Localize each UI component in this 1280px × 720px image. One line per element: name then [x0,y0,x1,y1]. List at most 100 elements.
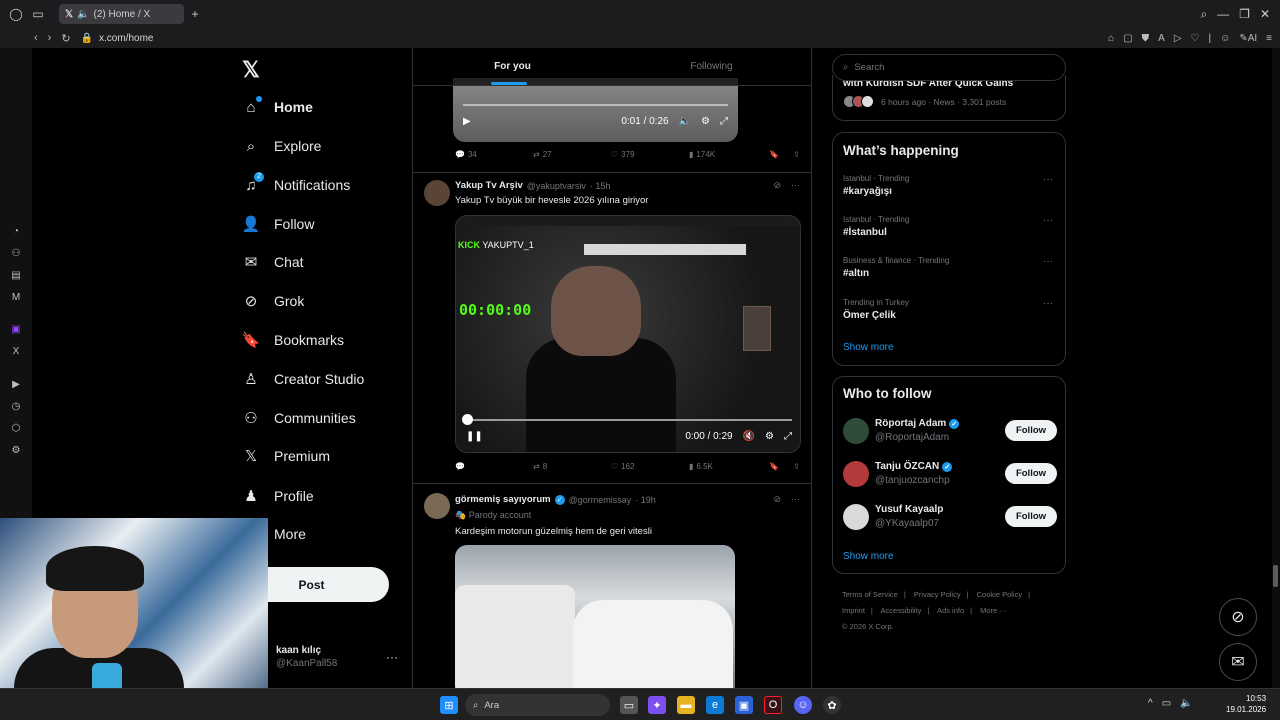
history-icon[interactable]: ◷ [9,400,23,414]
nav-profile[interactable]: ♟ Profile [242,483,313,509]
nav-grok[interactable]: ⊘ Grok [242,288,305,314]
footer-link[interactable]: Cookie Policy [977,590,1022,599]
close-icon[interactable]: ✕ [1260,7,1270,22]
url-text[interactable]: x.com/home [99,33,153,44]
share-icon[interactable]: ⇪ [793,462,800,471]
follow-suggestion[interactable]: Yusuf Kayaalp @YKayaalp07 Follow [843,504,1057,534]
bookmark-icon[interactable]: 🔖 [769,462,779,471]
bookmark-page-icon[interactable]: ⌂ [1108,33,1114,44]
tweet-author-name[interactable]: Yakup Tv Arşiv [455,180,523,191]
audio-icon[interactable]: 🔈 [77,9,89,20]
video-settings-icon[interactable]: ⚙ [765,431,774,442]
store-icon[interactable]: ▣ [735,696,753,714]
nav-creator-studio[interactable]: ♙ Creator Studio [242,366,364,392]
reload-icon[interactable]: ↻ [61,32,70,45]
taskbar-search[interactable]: ⌕ Ara [465,694,610,716]
more-icon[interactable]: ··· [1043,174,1053,185]
tweet-author-name[interactable]: görmemiş sayıyorum [455,494,551,505]
nav-explore[interactable]: ⌕ Explore [242,133,322,159]
adblock-icon[interactable]: ⛊ [1142,33,1150,44]
discord-icon[interactable]: ☺ [794,696,812,714]
nav-communities[interactable]: ⚇ Communities [242,405,355,431]
show-more-link[interactable]: Show more [843,551,894,562]
grok-float-button[interactable]: ⊘ [1219,598,1257,636]
speed-dial-icon[interactable]: ◔ [9,225,23,239]
volume-icon[interactable]: 🔈 [679,116,691,127]
tab-following[interactable]: Following [612,48,811,85]
task-view-icon[interactable]: ▭ [620,696,638,714]
ai-button[interactable]: ✎AI [1239,33,1257,44]
views-button[interactable]: ▮ 174K [689,150,767,159]
fullscreen-icon[interactable]: ⤢ [720,116,728,127]
nav-notifications[interactable]: ♫ 2 Notifications [242,172,350,198]
x-logo-icon[interactable]: 𝕏 [242,57,260,83]
tweet-author-handle[interactable]: @gormemissay [569,495,632,505]
footer-link[interactable]: Accessibility [881,606,922,615]
video-progress-bar[interactable] [466,419,792,421]
tweet-time[interactable]: · 15h [590,181,611,191]
nav-follow[interactable]: 👤 Follow [242,211,315,237]
twitch-icon[interactable]: ▣ [9,323,23,337]
back-icon[interactable]: ‹ [34,32,38,45]
footer-link[interactable]: Imprint [842,606,865,615]
bookmark-icon[interactable]: 🔖 [769,150,779,159]
repost-button[interactable]: ⇄ 27 [533,150,611,159]
chevron-up-icon[interactable]: ^ [1148,698,1153,709]
edge-icon[interactable]: e [706,696,724,714]
settings-icon[interactable]: ⚙ [9,444,23,458]
footer-link[interactable]: Terms of Service [842,590,898,599]
footer-link[interactable]: Ads info [937,606,964,615]
avatar[interactable] [843,504,869,530]
reply-button[interactable]: 💬 [455,462,533,471]
scrollbar[interactable] [1272,48,1280,688]
like-button[interactable]: ♡ 379 [611,150,689,159]
m-app-icon[interactable]: M [9,291,23,305]
pause-icon[interactable]: ❚❚ [466,431,483,442]
like-button[interactable]: ♡ 162 [611,462,689,471]
trend-item[interactable]: Istanbul · Trending #İstanbul ··· [843,215,1057,238]
grok-icon[interactable]: ⊘ [773,494,781,505]
new-tab-icon[interactable]: + [184,3,206,25]
workspaces-icon[interactable]: ▭ [27,3,49,25]
pinboard-icon[interactable]: ▤ [9,269,23,283]
views-button[interactable]: ▮ 6.5K [689,462,767,471]
nav-premium[interactable]: 𝕏 Premium [242,443,330,469]
scrollbar-thumb[interactable] [1273,565,1278,587]
tweet-time[interactable]: · 19h [635,495,656,505]
translate-icon[interactable]: A [1158,33,1165,44]
trend-item[interactable]: Istanbul · Trending #karyağışı ··· [843,174,1057,197]
taskbar-clock[interactable]: 10:53 19.01.2026 [1226,693,1266,715]
more-icon[interactable]: ··· [1043,256,1053,267]
extensions-icon[interactable]: ⬡ [9,422,23,436]
account-switcher[interactable]: kaan kılıç @KaanPall58 [276,645,337,669]
speaker-icon[interactable]: 🔈 [1180,698,1192,709]
show-more-link[interactable]: Show more [843,342,894,353]
tweet2-video[interactable]: KICK YAKUPTV_1 00:00:00 ❚❚ 0:00 / 0:29 🔇… [455,215,801,453]
menu-icon[interactable]: ≡ [1266,33,1272,44]
forward-icon[interactable]: › [48,32,52,45]
opera-icon[interactable]: O [764,696,782,714]
file-explorer-icon[interactable]: ▬ [677,696,695,714]
nav-bookmarks[interactable]: 🔖 Bookmarks [242,327,344,353]
play-icon[interactable]: ▷ [1174,33,1182,44]
copilot-icon[interactable]: ✦ [648,696,666,714]
more-icon[interactable]: ··· [1043,215,1053,226]
snapshot-icon[interactable]: ▢ [1123,33,1132,44]
search-box[interactable]: ⌕ [832,54,1066,81]
account-more-icon[interactable]: ··· [386,650,398,664]
nav-home[interactable]: ⌂ Home [242,94,313,120]
tab-for-you[interactable]: For you [413,48,612,85]
minimize-icon[interactable]: — [1217,7,1229,22]
follow-button[interactable]: Follow [1005,463,1057,484]
x-app-icon[interactable]: X [9,345,23,359]
opera-logo-icon[interactable]: ◯ [5,3,27,25]
footer-link[interactable]: Privacy Policy [914,590,961,599]
search-tabs-icon[interactable]: ⌕ [1200,7,1207,22]
video-scrubber-handle[interactable] [462,414,473,425]
follow-suggestion[interactable]: Tanju ÖZCAN ✓ @tanjuozcanchp Follow [843,461,1057,491]
follow-button[interactable]: Follow [1005,420,1057,441]
follow-button[interactable]: Follow [1005,506,1057,527]
trend-item[interactable]: Business & finance · Trending #altın ··· [843,256,1057,279]
avatar[interactable] [843,418,869,444]
fullscreen-icon[interactable]: ⤢ [784,431,792,442]
